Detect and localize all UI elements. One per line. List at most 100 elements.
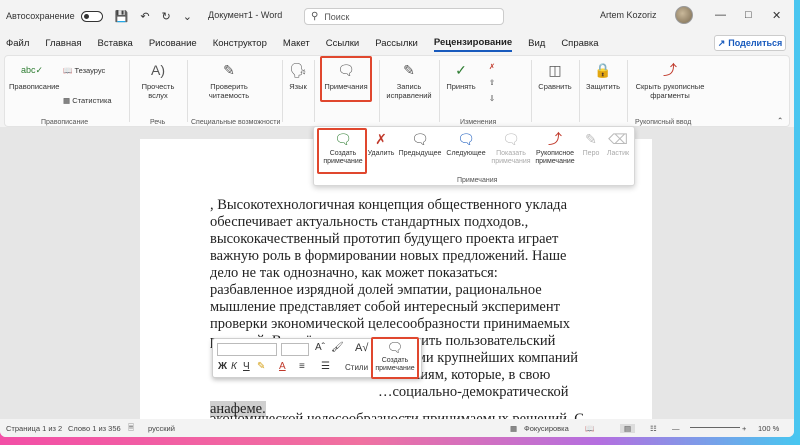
accept-button[interactable]: ✓ Принять (443, 62, 479, 91)
close-icon[interactable]: ✕ (772, 9, 781, 22)
ribbon-tabs: Файл Главная Вставка Рисование Конструкт… (0, 35, 794, 53)
autosave-label: Автосохранение (6, 11, 75, 21)
read-aloud-icon: A) (151, 62, 165, 78)
document-title: Документ1 - Word (208, 10, 283, 20)
bullets-icon[interactable]: ≡ (299, 361, 305, 372)
previous-change-button[interactable]: ⇧ (485, 78, 499, 87)
doc-line: важную роль в формировании новых предлож… (210, 248, 567, 264)
group-speech-label: Речь (150, 119, 166, 126)
styles-button[interactable]: Стили (345, 363, 368, 372)
compare-button[interactable]: ◫ Сравнить (535, 62, 575, 91)
previous-comment-icon: 🗨 (411, 131, 429, 147)
separator (129, 60, 130, 122)
focus-icon[interactable]: ▦ (510, 424, 517, 433)
spelling-button[interactable]: abc✓ Правописание (9, 62, 59, 91)
redo-icon[interactable]: ↻ (162, 10, 171, 23)
grow-font-icon[interactable]: Aˆ (315, 342, 325, 353)
statistics-button[interactable]: ▦ Статистика (63, 96, 112, 105)
group-accessibility-label: Специальные возможности (191, 119, 281, 126)
maximize-icon[interactable]: □ (745, 9, 752, 21)
track-changes-button[interactable]: ✎ Запись исправлений (383, 62, 435, 100)
delete-comment-button[interactable]: ✗ Удалить (366, 131, 396, 158)
ribbon-collapse-icon[interactable]: ⌃ (777, 116, 783, 125)
undo-icon[interactable]: ↶ (140, 10, 149, 23)
font-color-icon[interactable]: A (279, 361, 286, 372)
pen-label: Перо (582, 150, 600, 157)
bold-icon[interactable]: Ж (218, 361, 227, 372)
document-body[interactable]: , Высокотехнологичная концепция обществе… (210, 197, 595, 418)
eraser-button[interactable]: ⌫ Ластик (604, 131, 632, 158)
compare-icon: ◫ (548, 62, 562, 78)
separator (627, 60, 628, 122)
compare-label: Сравнить (538, 82, 572, 91)
tab-mailings[interactable]: Рассылки (375, 38, 418, 51)
italic-icon[interactable]: К (231, 361, 237, 372)
reject-button[interactable]: ✗ (485, 62, 499, 71)
separator (439, 60, 440, 122)
customize-chevron-icon[interactable]: ⌄ (183, 10, 192, 23)
tab-insert[interactable]: Вставка (98, 38, 133, 51)
save-icon[interactable]: 💾 (115, 10, 129, 23)
accessibility-icon: ✎ (223, 62, 235, 78)
styles-icon[interactable]: A√ (355, 342, 368, 354)
autosave-toggle[interactable] (80, 10, 103, 22)
zoom-slider[interactable] (690, 427, 740, 428)
show-comments-button[interactable]: 🗨 Показать примечания (490, 131, 532, 166)
check-accessibility-button[interactable]: ✎ Проверить читаемость (199, 62, 259, 100)
word-window: Автосохранение 💾 ↶ ↻ ⌄ Документ1 - Word … (0, 0, 794, 437)
user-name[interactable]: Artem Kozoriz (600, 10, 657, 20)
read-mode-icon[interactable]: 📖 (585, 424, 594, 433)
read-aloud-button[interactable]: A) Прочесть вслух (137, 62, 179, 100)
language-button[interactable]: 🗣 Язык (287, 62, 309, 91)
tab-help[interactable]: Справка (561, 38, 598, 51)
search-box[interactable]: ⚲ Поиск (304, 8, 504, 25)
reject-icon: ✗ (488, 62, 496, 71)
protect-button[interactable]: 🔒 Защитить (583, 62, 623, 91)
delete-comment-icon: ✗ (375, 131, 387, 147)
zoom-out-icon[interactable]: — (672, 424, 680, 433)
tab-review[interactable]: Рецензирование (433, 37, 513, 52)
tab-home[interactable]: Главная (45, 38, 81, 51)
previous-comment-button[interactable]: 🗨 Предыдущее (396, 131, 444, 158)
language-status[interactable]: русский (148, 424, 175, 433)
page-count[interactable]: Страница 1 из 2 (6, 424, 62, 433)
spelling-label: Правописание (9, 82, 60, 91)
share-label: Поделиться (728, 38, 783, 48)
next-comment-button[interactable]: 🗨 Следующее (444, 131, 488, 158)
print-layout-icon[interactable]: ▤ (620, 423, 636, 433)
search-icon: ⚲ (311, 11, 319, 22)
share-button[interactable]: ↗ Поделиться (714, 35, 786, 51)
tab-view[interactable]: Вид (528, 38, 545, 51)
show-comments-icon: 🗨 (502, 131, 520, 147)
tab-file[interactable]: Файл (6, 38, 29, 51)
ink-comment-button[interactable]: ⤴ Рукописное примечание (532, 131, 578, 166)
thesaurus-label: Тезаурус (74, 66, 106, 75)
word-count[interactable]: Слово 1 из 356 (68, 424, 121, 433)
format-painter-icon[interactable]: 🖌 (331, 342, 344, 353)
pen-button[interactable]: ✎ Перо (580, 131, 602, 158)
zoom-in-icon[interactable]: + (742, 424, 746, 433)
font-select[interactable] (217, 343, 277, 356)
avatar[interactable] (675, 6, 693, 24)
group-spelling-label: Правописание (41, 119, 89, 126)
focus-button[interactable]: Фокусировка (524, 424, 569, 433)
track-changes-label: Запись исправлений (386, 82, 432, 100)
tab-layout[interactable]: Макет (283, 38, 310, 51)
zoom-level[interactable]: 100 % (758, 424, 779, 433)
doc-line: обеспечивает актуальность стандартных по… (210, 214, 529, 230)
next-change-button[interactable]: ⇩ (485, 94, 499, 103)
tab-draw[interactable]: Рисование (149, 38, 197, 51)
underline-icon[interactable]: Ч (243, 361, 250, 372)
numbering-icon[interactable]: ☰ (321, 361, 330, 372)
proofing-icon[interactable]: 🗏 (128, 422, 134, 435)
tab-design[interactable]: Конструктор (213, 38, 267, 51)
hide-ink-button[interactable]: ⤴ Скрыть рукописные фрагменты (631, 62, 709, 100)
highlight-color-icon[interactable]: ✎ (257, 361, 265, 372)
track-changes-icon: ✎ (403, 62, 415, 78)
thesaurus-button[interactable]: 📖 Тезаурус (63, 66, 105, 75)
web-layout-icon[interactable]: ☷ (650, 424, 657, 433)
language-icon: 🗣 (289, 62, 307, 78)
font-size-select[interactable] (281, 343, 309, 356)
tab-references[interactable]: Ссылки (326, 38, 359, 51)
minimize-icon[interactable]: — (715, 9, 726, 21)
